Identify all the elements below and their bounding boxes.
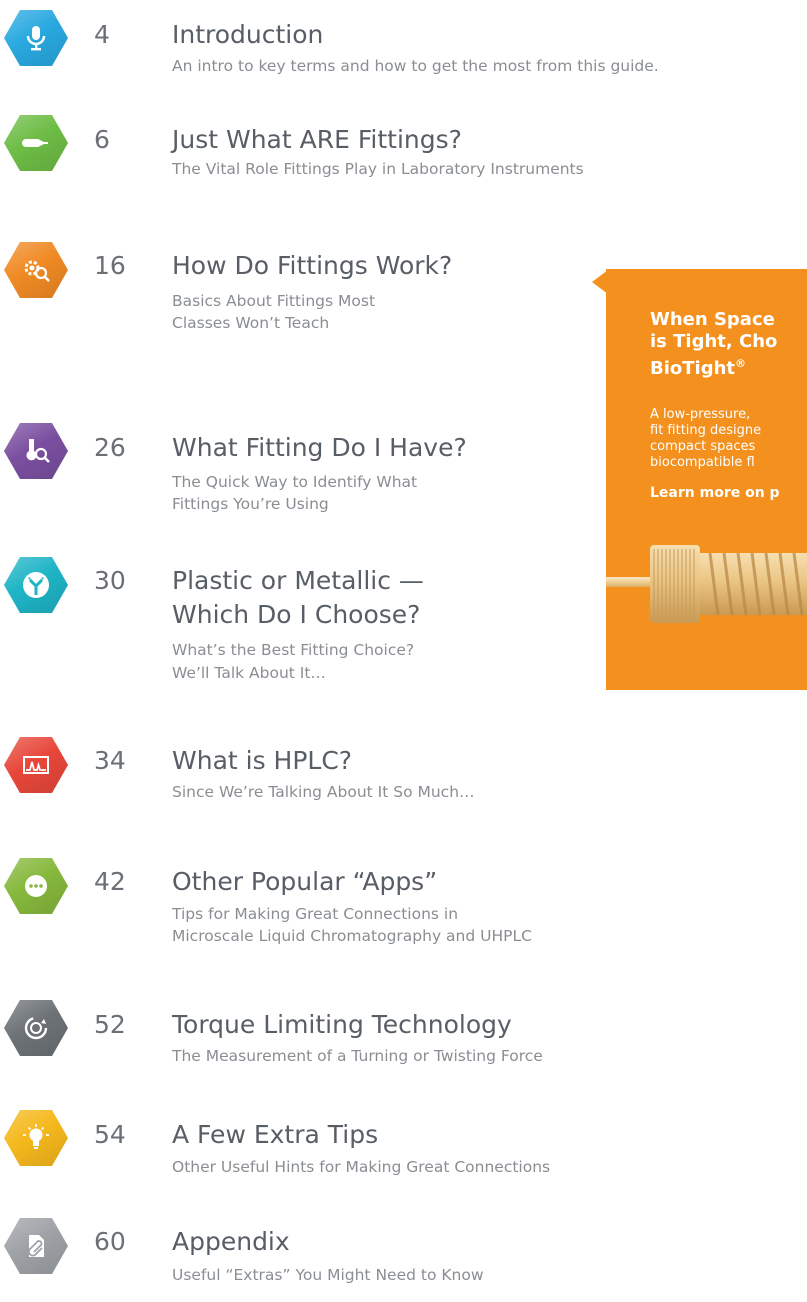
entry-title: Torque Limiting Technology xyxy=(172,1010,512,1039)
biotight-fitting-image xyxy=(606,545,807,623)
lightbulb-icon xyxy=(4,1110,68,1166)
entry-title: Just What ARE Fittings? xyxy=(172,125,462,154)
page-number: 42 xyxy=(94,867,126,896)
fork-arrow-icon xyxy=(4,557,68,613)
entry-title: Which Do I Choose? xyxy=(172,600,421,629)
page-number: 34 xyxy=(94,746,126,775)
flask-search-icon xyxy=(4,423,68,479)
attachment-icon xyxy=(4,1218,68,1274)
entry-subtitle: The Vital Role Fittings Play in Laborato… xyxy=(172,160,584,178)
page-number: 54 xyxy=(94,1120,126,1149)
page-number: 26 xyxy=(94,433,126,462)
entry-subtitle: Fittings You’re Using xyxy=(172,495,329,513)
entry-subtitle: We’ll Talk About It… xyxy=(172,664,326,682)
entry-title: Appendix xyxy=(172,1227,290,1256)
page-number: 6 xyxy=(94,125,110,154)
entry-subtitle: What’s the Best Fitting Choice? xyxy=(172,641,415,659)
page-number: 60 xyxy=(94,1227,126,1256)
page-number: 4 xyxy=(94,20,110,49)
entry-subtitle: Tips for Making Great Connections in xyxy=(172,905,459,923)
chromatogram-icon xyxy=(4,737,68,793)
page-number: 30 xyxy=(94,566,126,595)
entry-title: What Fitting Do I Have? xyxy=(172,433,467,462)
page-number: 52 xyxy=(94,1010,126,1039)
entry-subtitle: Classes Won’t Teach xyxy=(172,314,330,332)
rotation-icon xyxy=(4,1000,68,1056)
learn-more-link[interactable]: Learn more on p xyxy=(650,485,780,501)
entry-title: Introduction xyxy=(172,20,324,49)
fitting-icon xyxy=(4,115,68,171)
entry-subtitle: Microscale Liquid Chromatography and UHP… xyxy=(172,927,532,945)
entry-subtitle: An intro to key terms and how to get the… xyxy=(172,57,659,75)
entry-subtitle: The Measurement of a Turning or Twisting… xyxy=(172,1047,543,1065)
entry-subtitle: Since We’re Talking About It So Much… xyxy=(172,783,475,801)
entry-subtitle: Other Useful Hints for Making Great Conn… xyxy=(172,1158,551,1176)
entry-subtitle: Useful “Extras” You Might Need to Know xyxy=(172,1266,484,1284)
callout-heading: When Space is Tight, Cho BioTight® xyxy=(650,309,778,379)
biotight-callout[interactable]: When Space is Tight, Cho BioTight® A low… xyxy=(606,269,807,690)
entry-title: Plastic or Metallic — xyxy=(172,566,424,595)
callout-body: A low-pressure, fit fitting designe comp… xyxy=(650,407,762,470)
entry-subtitle: Basics About Fittings Most xyxy=(172,292,376,310)
microphone-icon xyxy=(4,10,68,66)
entry-title: Other Popular “Apps” xyxy=(172,867,438,896)
gear-search-icon xyxy=(4,242,68,298)
entry-subtitle: The Quick Way to Identify What xyxy=(172,473,418,491)
more-dots-icon xyxy=(4,858,68,914)
entry-title: A Few Extra Tips xyxy=(172,1120,379,1149)
entry-title: What is HPLC? xyxy=(172,746,353,775)
entry-title: How Do Fittings Work? xyxy=(172,251,453,280)
page-number: 16 xyxy=(94,251,126,280)
